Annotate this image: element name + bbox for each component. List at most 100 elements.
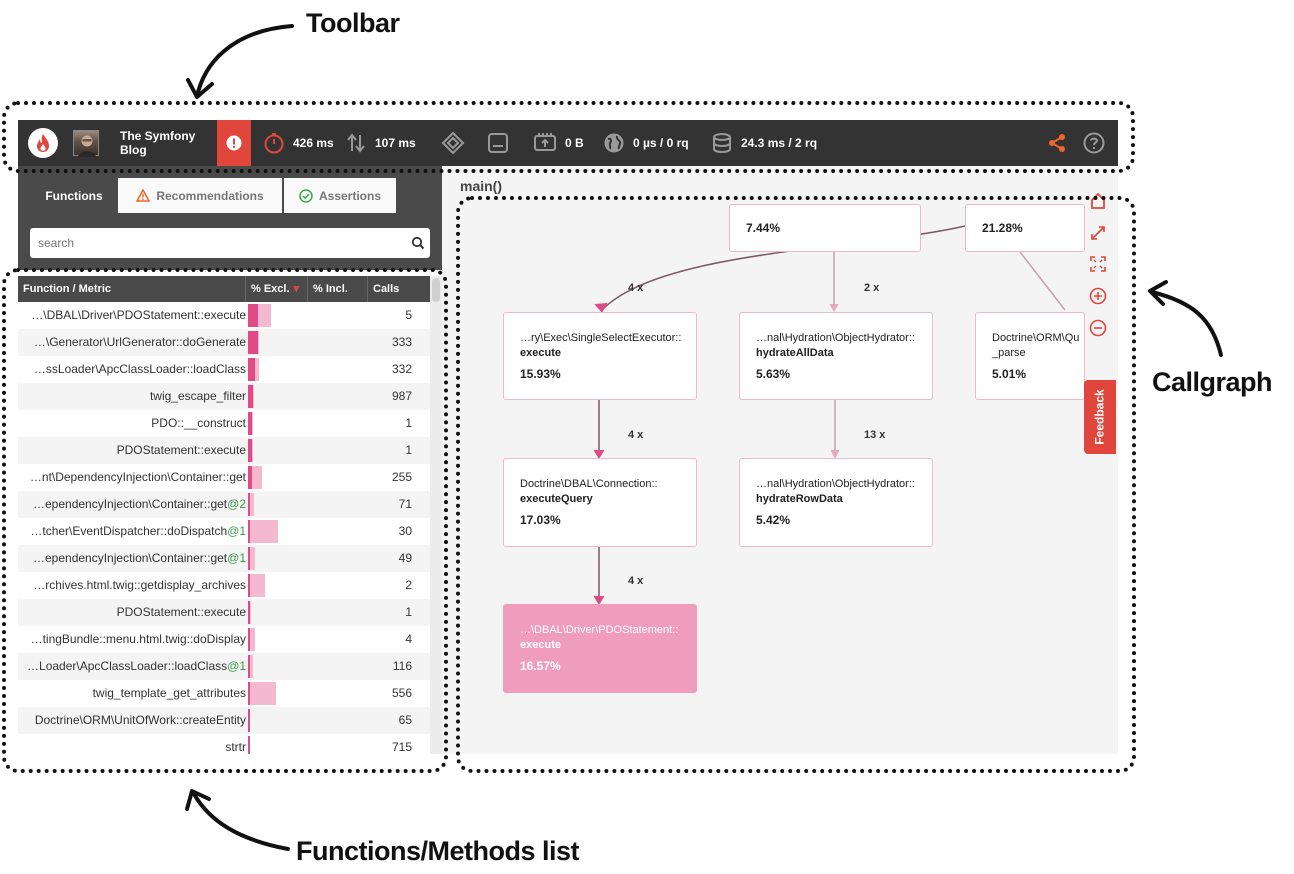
column-excl[interactable]: % Excl. ▾ (246, 276, 308, 302)
excl-bar (248, 439, 252, 462)
table-row[interactable]: …\Generator\UrlGenerator::doGenerate 333 (18, 329, 430, 356)
column-incl[interactable]: % Incl. (308, 276, 368, 302)
project-name[interactable]: The Symfony Blog (120, 129, 217, 157)
calls-count: 116 (392, 659, 412, 673)
excl-bar (248, 493, 250, 516)
calls-count: 2 (405, 578, 412, 592)
table-row[interactable]: PDOStatement::execute 1 (18, 437, 430, 464)
table-row[interactable]: twig_template_get_attributes 556 (18, 680, 430, 707)
function-name: PDO::__construct (151, 416, 246, 430)
annotation-callgraph-label: Callgraph (1152, 367, 1273, 397)
warning-icon (136, 189, 151, 202)
table-row[interactable]: …nt\DependencyInjection\Container::get 25… (18, 464, 430, 491)
wall-time-metric[interactable]: 426 ms (293, 136, 334, 150)
alert-button[interactable] (217, 120, 251, 166)
function-name: …Loader\ApcClassLoader::loadClass@1 (27, 659, 246, 673)
zoom-out-button[interactable] (1087, 317, 1109, 339)
column-function-metric[interactable]: Function / Metric (18, 276, 246, 302)
calls-count: 30 (398, 524, 412, 538)
callgraph-node[interactable]: 7.44% (729, 204, 921, 252)
table-row[interactable]: …ependencyInjection\Container::get@1 49 (18, 545, 430, 572)
table-scrollbar[interactable] (430, 276, 442, 754)
annotation-toolbar-label: Toolbar (306, 8, 400, 38)
callgraph-node[interactable]: 21.28% (965, 204, 1085, 252)
incl-bar (248, 520, 278, 543)
sql-metric[interactable]: 24.3 ms / 2 rq (741, 136, 817, 150)
tab-recommendations[interactable]: Recommendations (118, 178, 282, 213)
table-row[interactable]: …tingBundle::menu.html.twig::doDisplay 4 (18, 626, 430, 653)
excl-bar (248, 412, 252, 435)
incl-bar (248, 574, 265, 597)
calls-count: 1 (405, 416, 412, 430)
blackfire-logo-icon[interactable] (28, 128, 58, 158)
calls-count: 255 (391, 470, 412, 484)
calls-count: 715 (391, 740, 412, 754)
fit-button[interactable] (1087, 253, 1109, 275)
sort-desc-icon: ▾ (293, 283, 300, 295)
excl-bar (248, 466, 252, 489)
io-arrows-icon (345, 132, 367, 154)
calls-count: 71 (398, 497, 412, 511)
excl-bar (248, 628, 250, 651)
excl-bar (248, 682, 250, 705)
toolbar: The Symfony Blog 426 ms 107 ms 0 B 0 µs … (18, 120, 1118, 166)
callgraph-node[interactable]: Doctrine\DBAL\Connection:: executeQuery … (503, 458, 697, 547)
callgraph-node[interactable]: …ry\Exec\SingleSelectExecutor:: execute … (503, 312, 697, 400)
table-row[interactable]: …ependencyInjection\Container::get@2 71 (18, 491, 430, 518)
calls-count: 333 (391, 335, 412, 349)
table-row[interactable]: strtr 715 (18, 734, 430, 754)
functions-panel-header: Functions Recommendations Assertions (18, 166, 442, 270)
column-calls[interactable]: Calls (368, 276, 430, 302)
function-name: twig_template_get_attributes (92, 686, 246, 700)
excl-bar (248, 547, 250, 570)
help-icon[interactable] (1083, 132, 1105, 154)
functions-table: Function / Metric % Excl. ▾ % Incl. Calls… (18, 276, 430, 754)
callgraph-node[interactable]: …nal\Hydration\ObjectHydrator:: hydrateA… (739, 312, 933, 400)
calls-count: 987 (391, 389, 412, 403)
network-metric[interactable]: 0 B (565, 136, 584, 150)
table-row[interactable]: …tcher\EventDispatcher::doDispatch@1 30 (18, 518, 430, 545)
io-wait-metric[interactable]: 107 ms (375, 136, 416, 150)
tab-assertions[interactable]: Assertions (284, 178, 396, 213)
table-row[interactable]: …rchives.html.twig::getdisplay_archives 2 (18, 572, 430, 599)
callgraph-node[interactable]: …nal\Hydration\ObjectHydrator:: hydrateR… (739, 458, 933, 547)
table-row[interactable]: …Loader\ApcClassLoader::loadClass@1 116 (18, 653, 430, 680)
home-button[interactable] (1087, 190, 1109, 212)
expand-button[interactable] (1087, 222, 1109, 244)
recursion-suffix: @2 (227, 497, 246, 511)
table-row[interactable]: PDO::__construct 1 (18, 410, 430, 437)
callgraph-root-label: main() (460, 178, 502, 194)
function-name: …\Generator\UrlGenerator::doGenerate (33, 335, 246, 349)
search-input[interactable] (30, 228, 430, 258)
check-circle-icon (299, 188, 313, 203)
function-name: …rchives.html.twig::getdisplay_archives (33, 578, 246, 592)
search-icon[interactable] (411, 236, 425, 250)
tab-functions[interactable]: Functions (30, 178, 118, 213)
zoom-out-icon (1089, 319, 1107, 337)
excl-bar (248, 574, 250, 597)
feedback-button[interactable]: Feedback (1084, 380, 1116, 454)
callgraph-node[interactable]: Doctrine\ORM\Qu _parse 5.01% (975, 312, 1085, 400)
http-metric[interactable]: 0 µs / 0 rq (633, 136, 689, 150)
table-row[interactable]: twig_escape_filter 987 (18, 383, 430, 410)
user-avatar[interactable] (73, 130, 99, 157)
table-row[interactable]: Doctrine\ORM\UnitOfWork::createEntity 65 (18, 707, 430, 734)
excl-bar (248, 385, 253, 408)
table-row[interactable]: PDOStatement::execute 1 (18, 599, 430, 626)
table-row[interactable]: …ssLoader\ApcClassLoader::loadClass 332 (18, 356, 430, 383)
function-name: …ependencyInjection\Container::get@1 (33, 551, 246, 565)
memory-icon[interactable] (487, 132, 509, 154)
globe-icon (603, 132, 625, 154)
zoom-in-button[interactable] (1087, 285, 1109, 307)
table-row[interactable]: …\DBAL\Driver\PDOStatement::execute 5 (18, 302, 430, 329)
callgraph-node-selected[interactable]: …\DBAL\Driver\PDOStatement:: execute 16.… (503, 604, 697, 693)
scrollbar-thumb[interactable] (432, 278, 440, 302)
edge-label: 2 x (864, 282, 880, 294)
function-name: …tcher\EventDispatcher::doDispatch@1 (30, 524, 246, 538)
alert-icon (226, 135, 242, 151)
cpu-icon[interactable] (441, 131, 465, 155)
calls-count: 332 (391, 362, 412, 376)
network-icon (533, 132, 557, 154)
share-icon[interactable] (1047, 133, 1067, 153)
excl-bar (248, 331, 258, 354)
